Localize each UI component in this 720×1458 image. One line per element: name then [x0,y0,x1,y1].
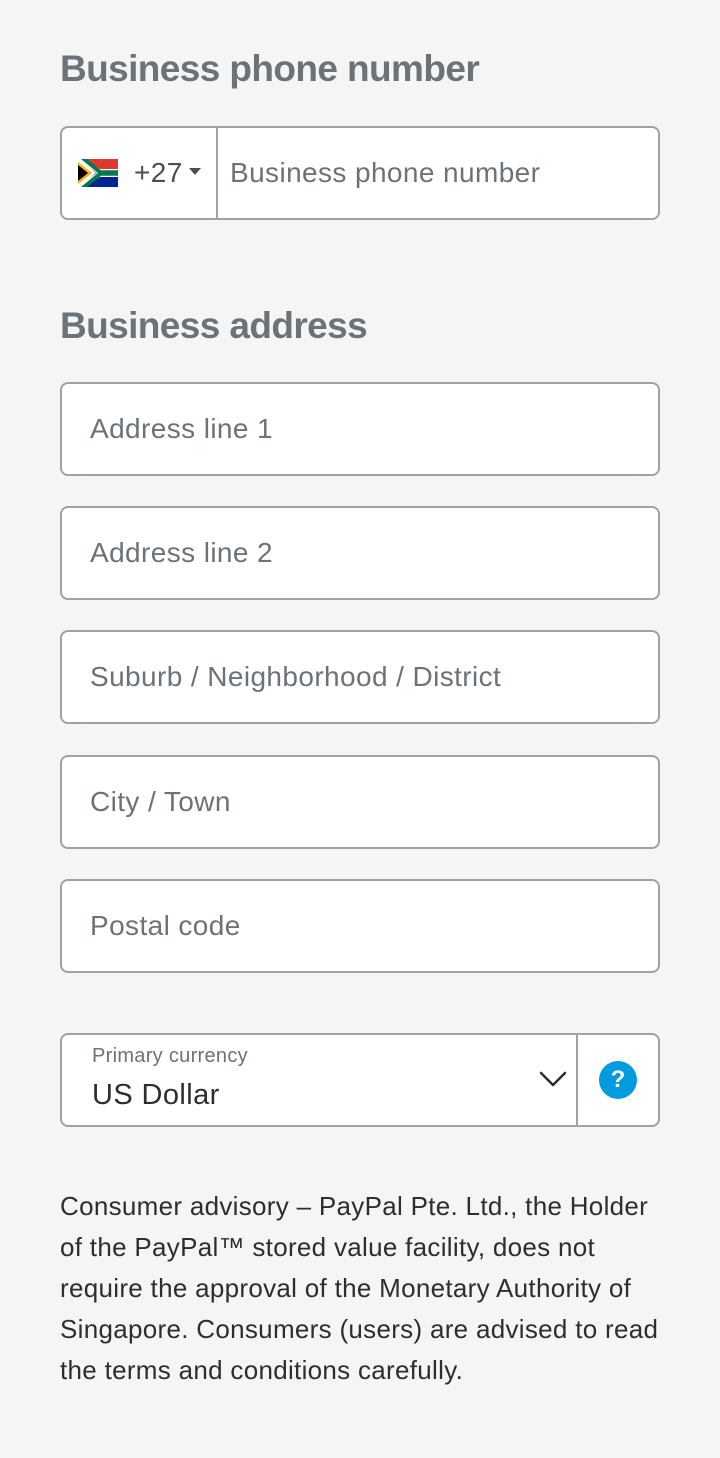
postal-code-field [60,879,660,973]
city-field [60,755,660,849]
business-details-form: Business phone number +27 Business addre… [0,0,720,1458]
address-section-title: Business address [60,305,368,346]
help-icon[interactable]: ? [599,1061,637,1099]
caret-down-icon [188,167,201,175]
primary-currency-value: US Dollar [92,1079,220,1111]
primary-currency-field: Primary currency US Dollar ? [60,1033,660,1127]
phone-input-wrap [218,128,658,218]
primary-currency-label: Primary currency [92,1045,248,1067]
address-line-2-input[interactable] [62,508,658,598]
south-africa-flag-icon [78,159,118,187]
phone-section-title: Business phone number [60,48,480,89]
country-code-picker[interactable]: +27 [62,128,218,218]
chevron-down-icon [539,1071,567,1087]
address-line-2-field [60,506,660,600]
postal-code-input[interactable] [62,881,658,971]
phone-field: +27 [60,126,660,220]
phone-number-input[interactable] [218,128,658,218]
address-line-1-input[interactable] [62,384,658,474]
dial-code: +27 [134,157,183,188]
address-line-1-field [60,382,660,476]
suburb-field [60,630,660,724]
suburb-input[interactable] [62,632,658,722]
city-input[interactable] [62,757,658,847]
currency-help-cell: ? [578,1035,658,1125]
primary-currency-select[interactable]: Primary currency US Dollar [62,1035,578,1125]
consumer-advisory-text: Consumer advisory – PayPal Pte. Ltd., th… [60,1191,659,1385]
